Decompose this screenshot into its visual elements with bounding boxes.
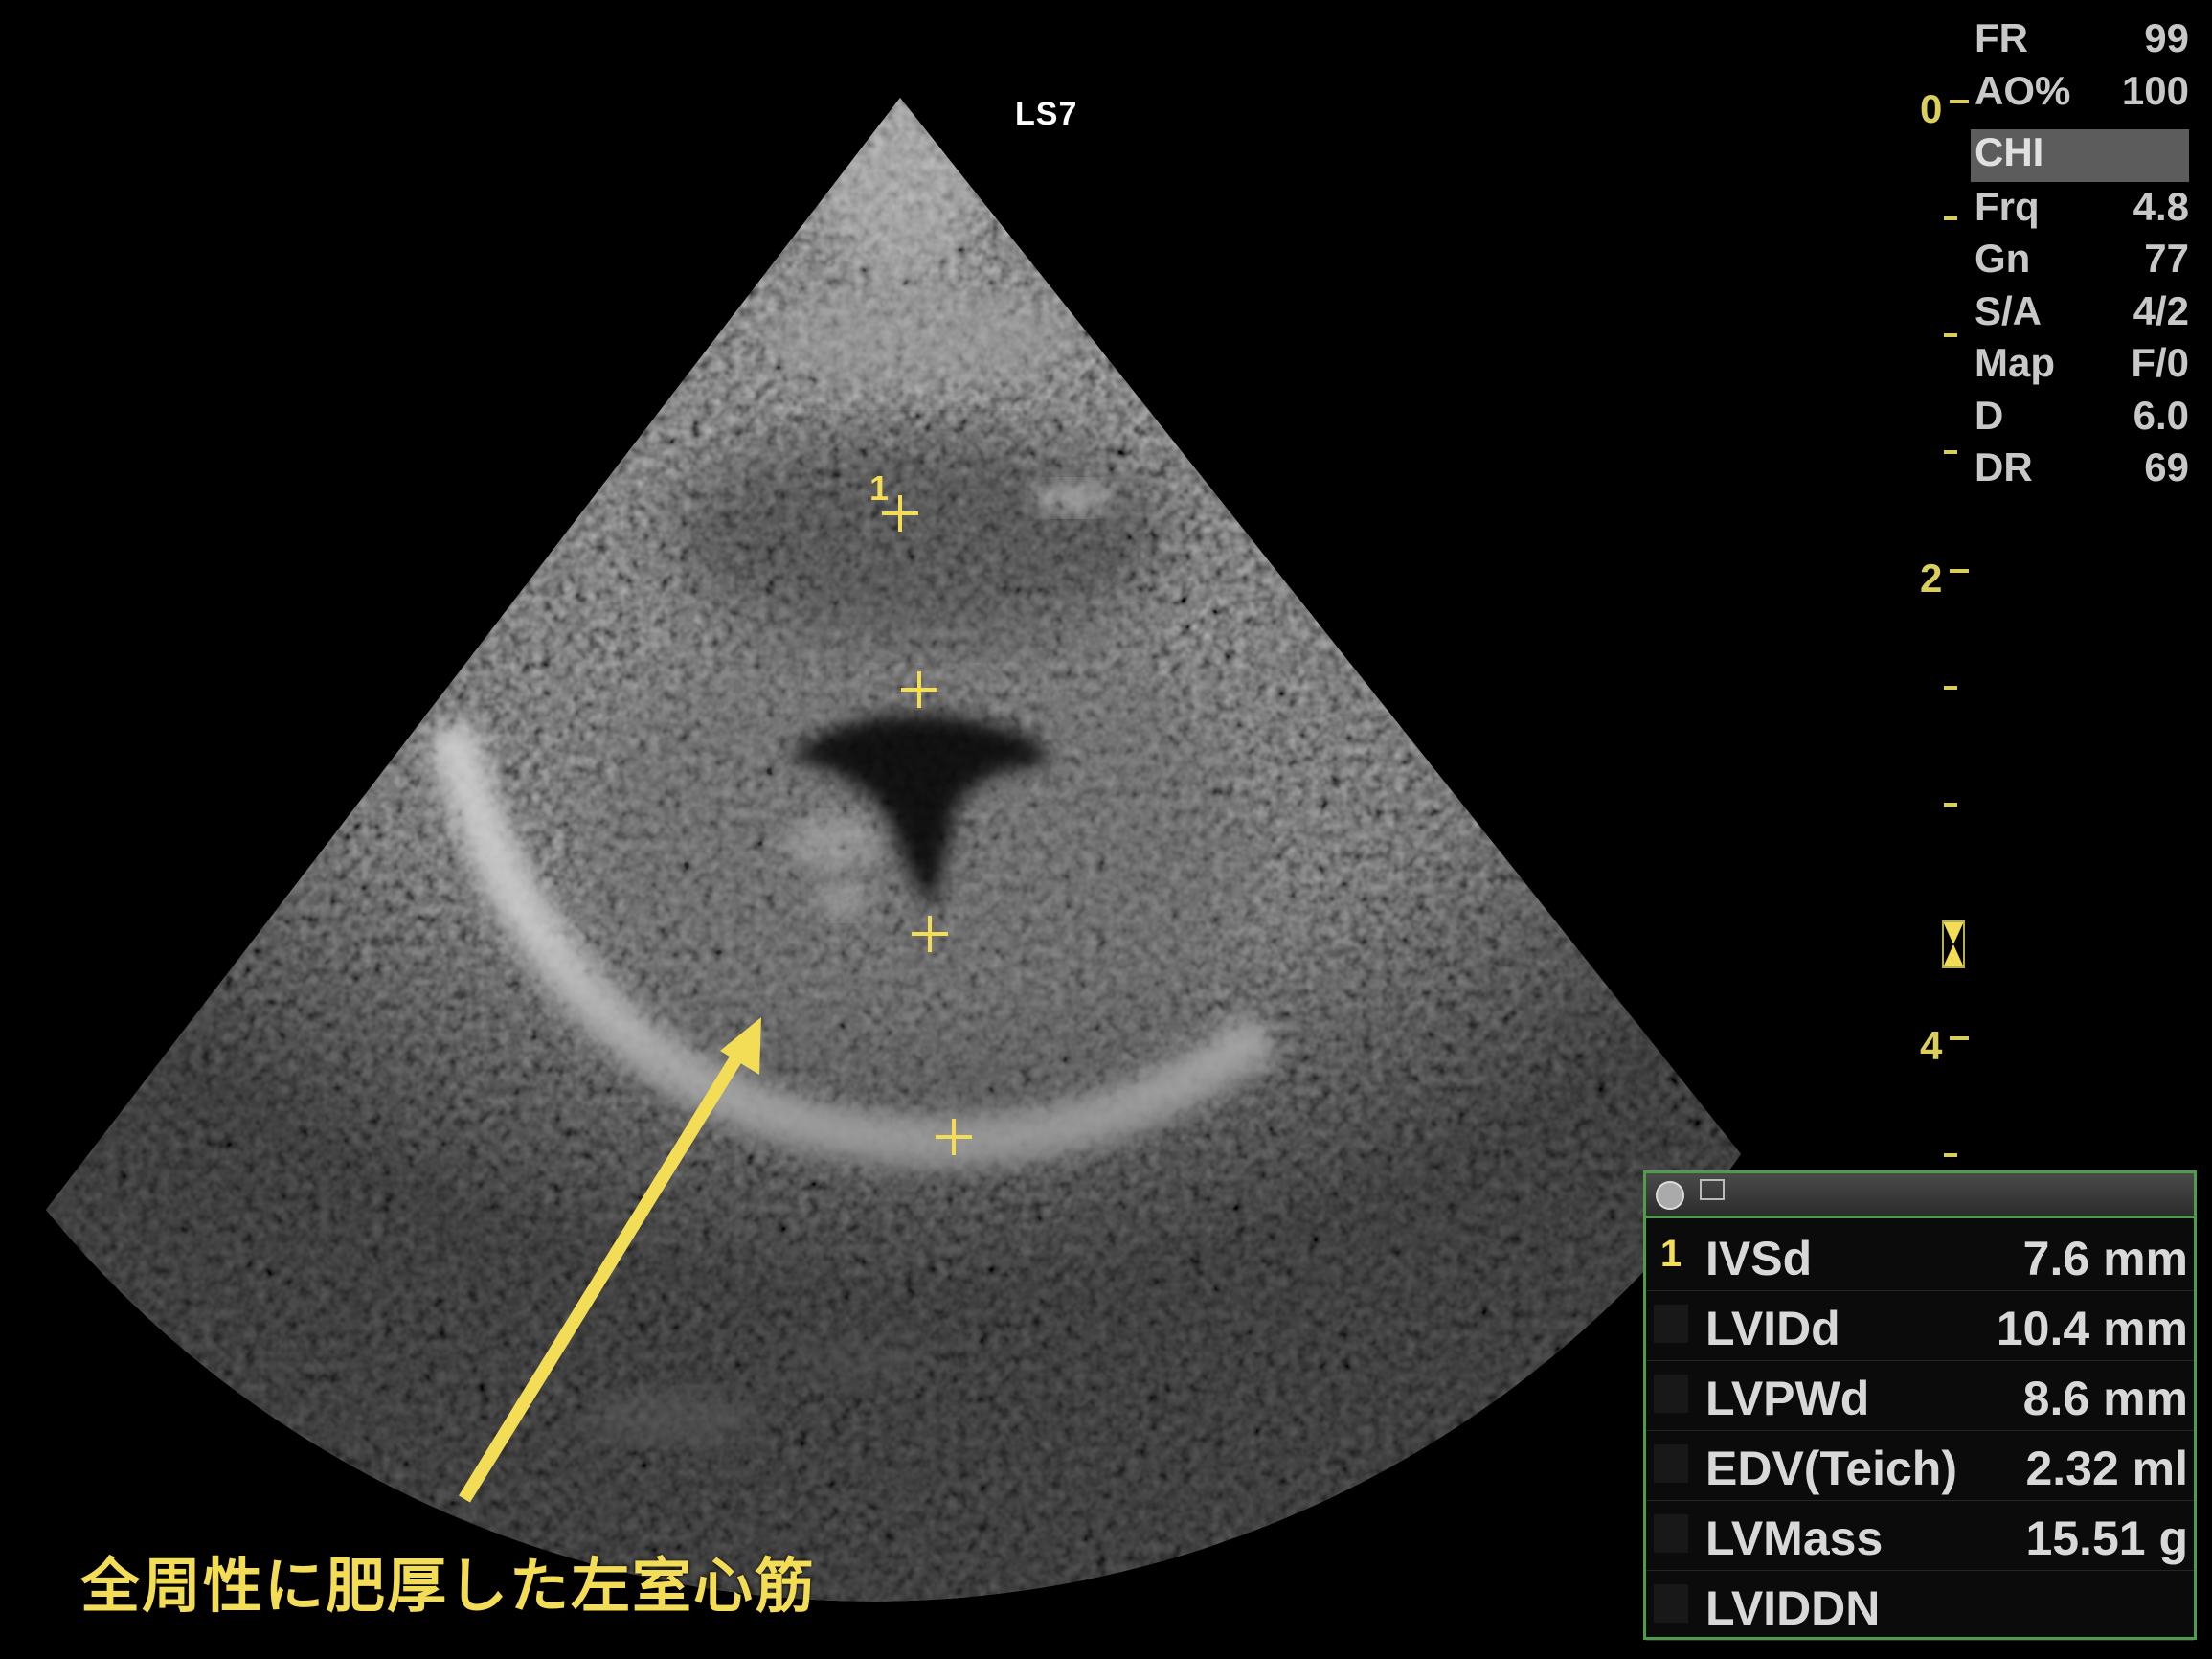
measurement-index [1654,1375,1688,1413]
measurement-name: IVSd [1705,1232,1813,1285]
panel-menu-icon[interactable] [1700,1179,1725,1200]
ultrasound-sector [46,98,1741,1602]
measurement-row[interactable]: 1 IVSd 7.6 mm [1646,1221,2194,1291]
depth-label-4: 4 [1920,1023,1943,1068]
measurement-value: 8.6 mm [2022,1372,2188,1425]
measurement-name: LVIDd [1705,1302,1840,1355]
measurement-name: LVMass [1705,1511,1884,1565]
measurement-results-panel: 1 IVSd 7.6 mm LVIDd 10.4 mm LVPWd 8.6 mm… [1643,1170,2197,1641]
param-sa: S/A 4/2 [1975,287,2189,333]
imaging-parameters-panel: FR 99 AO% 100 CHI Frq 4.8 Gn 77 S/A 4/2 Map F/… [1971,15,2189,497]
param-chi[interactable]: CHI [1971,129,2189,182]
measurement-index [1654,1305,1688,1343]
measurement-row[interactable]: LVPWd 8.6 mm [1646,1361,2194,1431]
probe-label: LS7 [1015,96,1078,132]
measurement-value: 2.32 ml [2025,1442,2188,1495]
depth-label-2: 2 [1920,556,1943,601]
param-frq: Frq 4.8 [1975,183,2189,229]
measurement-value: 10.4 mm [1996,1302,2188,1355]
depth-label-0: 0 [1920,86,1943,131]
param-dr: DR 69 [1975,444,2189,489]
param-gn: Gn 77 [1975,236,2189,281]
param-map: Map F/0 [1975,340,2189,385]
param-d: D 6.0 [1975,392,2189,438]
param-ao: AO% 100 [1975,67,2189,113]
measurement-row[interactable]: LVIDDN [1646,1571,2194,1641]
measurement-index [1654,1444,1688,1483]
caliper-index-label: 1 [869,468,889,508]
measurement-row[interactable]: LVMass 15.51 g [1646,1501,2194,1571]
measurement-row[interactable]: EDV(Teich) 2.32 ml [1646,1431,2194,1501]
annotation-caption: 全周性に肥厚した左室心筋 [80,1551,817,1621]
measurement-name: LVPWd [1705,1372,1870,1425]
measurement-panel-header[interactable] [1646,1173,2194,1218]
measurement-index [1654,1514,1688,1553]
measurement-index [1654,1584,1688,1623]
depth-scale [1944,100,1969,1157]
measurement-value: 7.6 mm [2022,1232,2188,1285]
measurement-row[interactable]: LVIDd 10.4 mm [1646,1291,2194,1361]
measurement-name: LVIDDN [1705,1581,1881,1635]
measurement-name: EDV(Teich) [1705,1442,1957,1495]
focus-marker-icon[interactable] [1942,920,1965,968]
measurement-index: 1 [1659,1233,1682,1275]
record-dot-icon[interactable] [1656,1181,1684,1210]
param-fr: FR 99 [1975,15,2189,60]
measurement-value: 15.51 g [2025,1511,2188,1565]
